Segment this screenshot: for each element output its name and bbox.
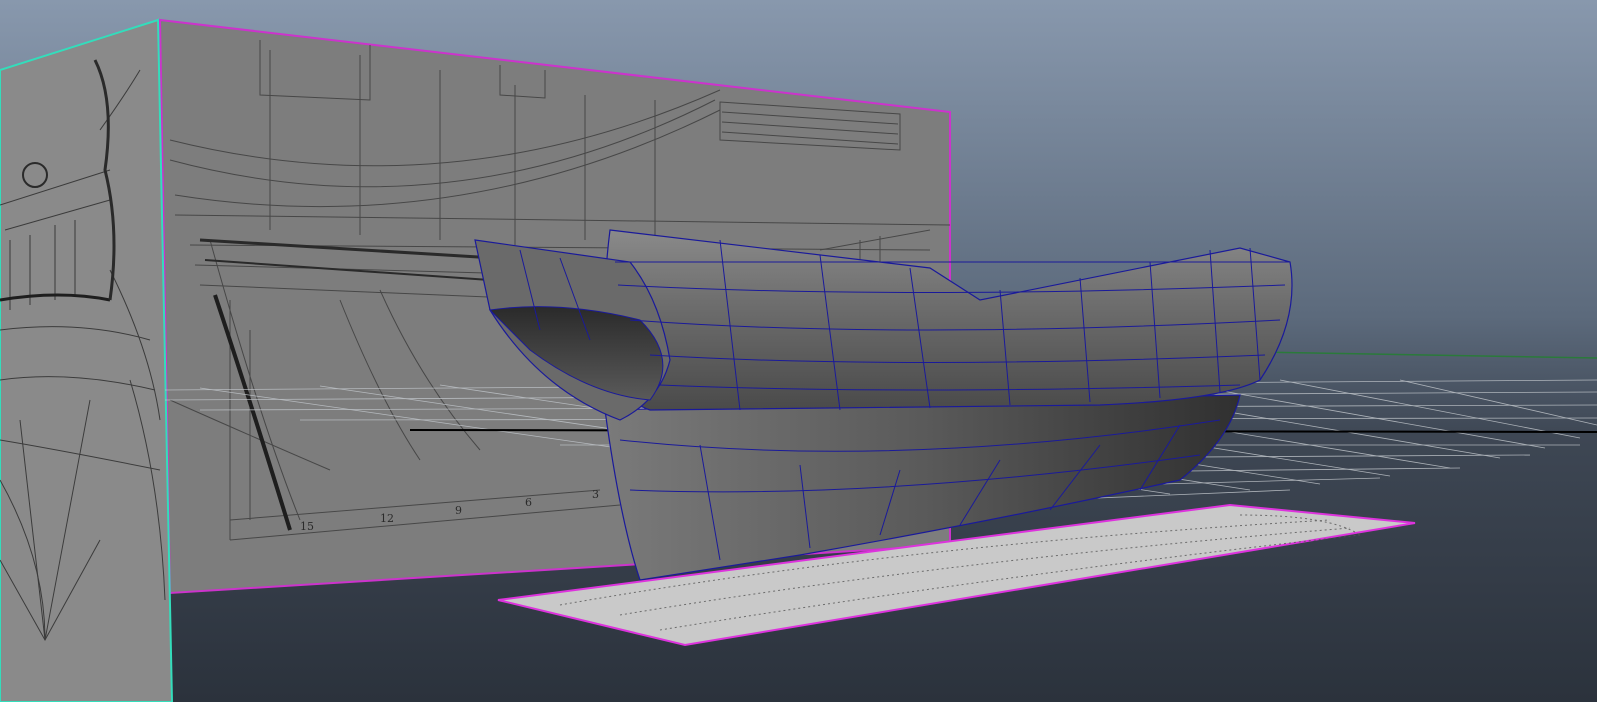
3d-viewport[interactable]: 15 12 9 6 3 [0,0,1597,702]
station-label-12: 12 [380,512,394,525]
station-label-9: 9 [455,504,462,517]
viewport-scene[interactable]: 15 12 9 6 3 [0,0,1597,702]
station-label-6: 6 [525,496,532,509]
station-label-3: 3 [592,488,599,501]
station-label-15: 15 [300,520,314,533]
front-image-plane[interactable] [0,18,174,702]
